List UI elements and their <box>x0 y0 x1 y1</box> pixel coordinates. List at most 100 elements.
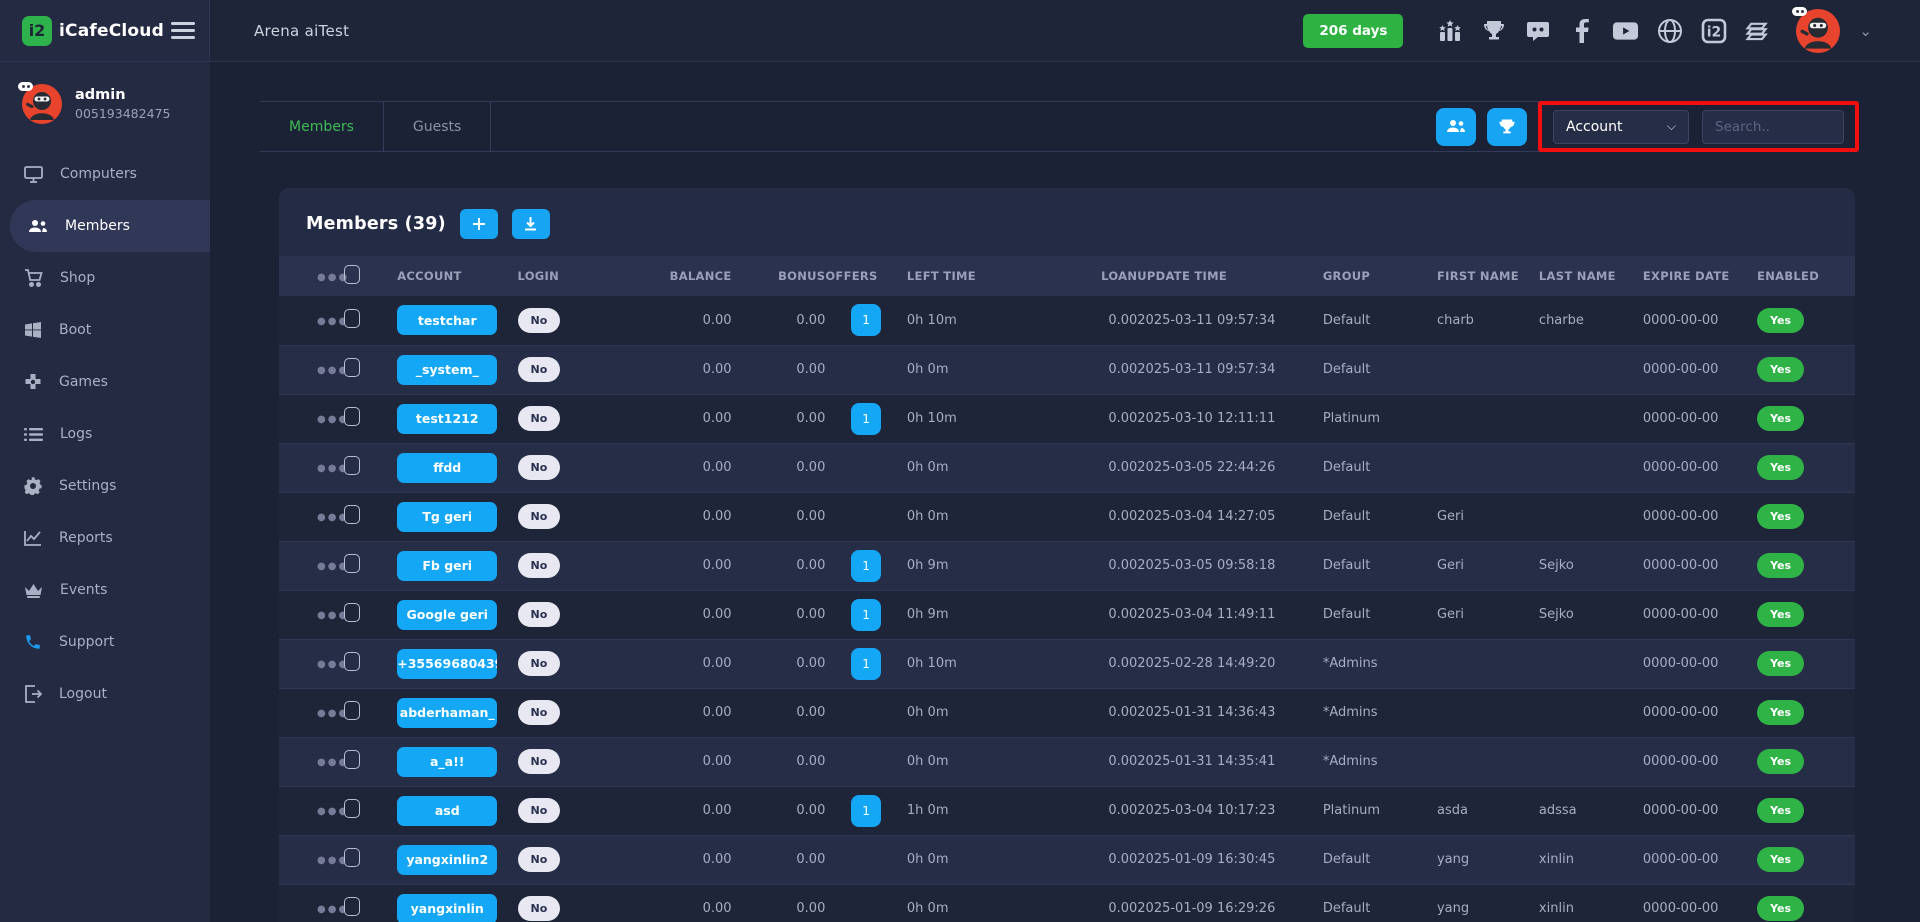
discord-icon[interactable] <box>1524 17 1551 44</box>
sidebar-item-support[interactable]: Support <box>0 616 210 668</box>
sidebar-item-logs[interactable]: Logs <box>0 408 210 460</box>
sidebar-item-reports[interactable]: Reports <box>0 512 210 564</box>
cell-left-time: 0h 0m <box>907 835 1040 884</box>
row-actions-icon[interactable]: ●●● <box>317 806 344 817</box>
row-actions-icon[interactable]: ●●● <box>317 708 344 719</box>
row-checkbox[interactable] <box>344 750 360 769</box>
cell-expire-date: 0000-00-00 <box>1643 443 1757 492</box>
col-offers[interactable]: OFFERS <box>825 256 907 296</box>
row-checkbox[interactable] <box>344 897 360 916</box>
add-member-button[interactable] <box>460 209 498 239</box>
trophy-icon[interactable] <box>1480 17 1507 44</box>
row-actions-icon[interactable]: ●●● <box>317 610 344 621</box>
tab-members[interactable]: Members <box>260 102 384 151</box>
row-actions-icon[interactable]: ●●● <box>317 561 344 572</box>
row-actions-icon[interactable]: ●●● <box>317 659 344 670</box>
col-account[interactable]: ACCOUNT <box>397 256 517 296</box>
cell-last-name <box>1539 443 1643 492</box>
sidebar-item-boot[interactable]: Boot <box>0 304 210 356</box>
account-button[interactable]: Fb geri <box>397 551 497 581</box>
col-bonus[interactable]: BONUS <box>732 256 826 296</box>
account-button[interactable]: yangxinlin2 <box>397 845 497 875</box>
offers-badge[interactable]: 1 <box>851 403 881 435</box>
offers-badge[interactable]: 1 <box>851 550 881 582</box>
row-actions-icon[interactable]: ●●● <box>317 904 344 915</box>
row-checkbox[interactable] <box>344 799 360 818</box>
account-button[interactable]: abderhaman_ <box>397 698 497 728</box>
row-checkbox[interactable] <box>344 358 360 377</box>
facebook-icon[interactable] <box>1568 17 1595 44</box>
ranking-icon[interactable] <box>1436 17 1463 44</box>
account-button[interactable]: testchar <box>397 305 497 335</box>
sidebar-item-shop[interactable]: Shop <box>0 252 210 304</box>
account-button[interactable]: a_a!! <box>397 747 497 777</box>
row-actions-icon[interactable]: ●●● <box>317 512 344 523</box>
select-all-checkbox[interactable] <box>344 265 360 284</box>
col-left-time[interactable]: LEFT TIME <box>907 256 1040 296</box>
row-checkbox[interactable] <box>344 554 360 573</box>
offers-badge[interactable]: 1 <box>851 304 881 336</box>
account-button[interactable]: ffdd <box>397 453 497 483</box>
col-first-name[interactable]: FIRST NAME <box>1437 256 1539 296</box>
row-actions-icon[interactable]: ●●● <box>317 463 344 474</box>
trophy-view-button[interactable] <box>1487 108 1527 146</box>
row-checkbox[interactable] <box>344 456 360 475</box>
row-actions-icon[interactable]: ●●● <box>317 365 344 376</box>
layers-icon[interactable] <box>1744 17 1771 44</box>
col-last-name[interactable]: LAST NAME <box>1539 256 1643 296</box>
members-view-button[interactable] <box>1436 108 1476 146</box>
account-button[interactable]: yangxinlin <box>397 894 497 922</box>
cell-update-time: 2025-03-10 12:11:11 <box>1137 394 1323 443</box>
row-checkbox[interactable] <box>344 603 360 622</box>
row-checkbox[interactable] <box>344 701 360 720</box>
col-balance[interactable]: BALANCE <box>609 256 731 296</box>
export-download-button[interactable] <box>512 209 550 239</box>
license-days-badge[interactable]: 206 days <box>1303 14 1403 48</box>
col-update-time[interactable]: UPDATE TIME <box>1137 256 1323 296</box>
offers-badge[interactable]: 1 <box>851 648 881 680</box>
row-actions-icon[interactable]: ●●● <box>317 757 344 768</box>
offers-badge[interactable]: 1 <box>851 599 881 631</box>
youtube-icon[interactable] <box>1612 17 1639 44</box>
search-input[interactable] <box>1702 110 1844 144</box>
row-checkbox[interactable] <box>344 652 360 671</box>
sidebar-item-settings[interactable]: Settings <box>0 460 210 512</box>
row-actions-icon[interactable]: ●●● <box>317 316 344 327</box>
icafe-icon[interactable]: i2 <box>1700 17 1727 44</box>
enabled-badge: Yes <box>1757 455 1804 480</box>
chevron-down-icon[interactable]: ⌄ <box>1859 22 1872 40</box>
row-checkbox[interactable] <box>344 505 360 524</box>
account-button[interactable]: Google geri <box>397 600 497 630</box>
sidebar-item-logout[interactable]: Logout <box>0 668 210 720</box>
sidebar-item-members[interactable]: Members <box>10 200 210 252</box>
search-field-select[interactable]: Account ⌵ <box>1553 110 1689 144</box>
account-button[interactable]: _system_ <box>397 355 497 385</box>
cell-bonus: 0.00 <box>732 296 826 345</box>
account-button[interactable]: test1212 <box>397 404 497 434</box>
svg-text:i2: i2 <box>1707 24 1722 40</box>
row-checkbox[interactable] <box>344 407 360 426</box>
offers-badge[interactable]: 1 <box>851 795 881 827</box>
account-button[interactable]: +35569680439 <box>397 649 497 679</box>
globe-icon[interactable] <box>1656 17 1683 44</box>
col-enabled[interactable]: ENABLED <box>1757 256 1855 296</box>
enabled-badge: Yes <box>1757 798 1804 823</box>
row-checkbox[interactable] <box>344 848 360 867</box>
login-badge: No <box>518 308 561 333</box>
crown-icon <box>24 583 43 598</box>
col-expire-date[interactable]: EXPIRE DATE <box>1643 256 1757 296</box>
sidebar-item-games[interactable]: Games <box>0 356 210 408</box>
account-button[interactable]: Tg geri <box>397 502 497 532</box>
row-actions-icon[interactable]: ●●● <box>317 414 344 425</box>
col-login[interactable]: LOGIN <box>518 256 610 296</box>
col-loan[interactable]: LOAN <box>1039 256 1137 296</box>
user-avatar[interactable] <box>1796 9 1840 53</box>
row-checkbox[interactable] <box>344 309 360 328</box>
sidebar-item-events[interactable]: Events <box>0 564 210 616</box>
sidebar-item-computers[interactable]: Computers <box>0 148 210 200</box>
col-group[interactable]: GROUP <box>1323 256 1437 296</box>
tab-guests[interactable]: Guests <box>384 102 491 151</box>
account-button[interactable]: asd <box>397 796 497 826</box>
hamburger-menu-icon[interactable] <box>171 18 195 43</box>
row-actions-icon[interactable]: ●●● <box>317 855 344 866</box>
